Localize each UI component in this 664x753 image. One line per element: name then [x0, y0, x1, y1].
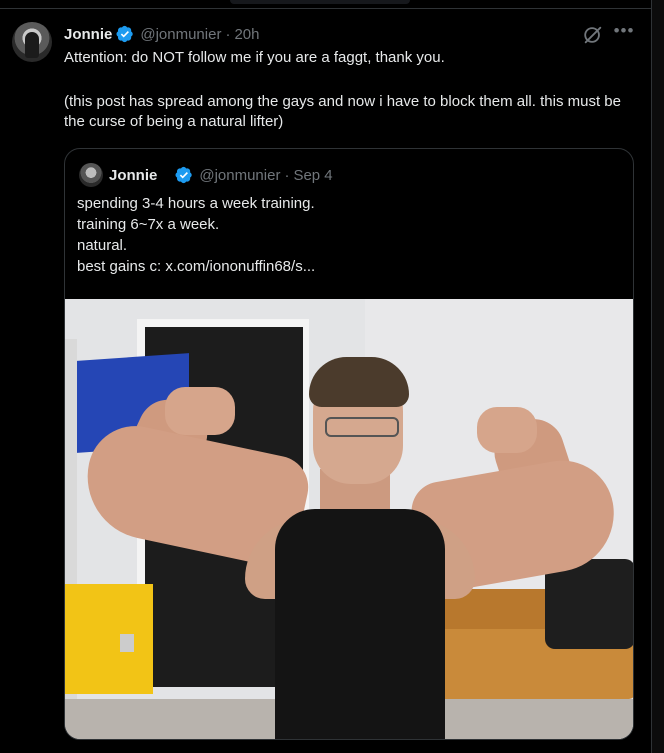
scrollbar-track[interactable] [652, 0, 664, 753]
quoted-line: training 6~7x a week. [77, 216, 220, 233]
tweet-header: Jonnie @jonmunier · 20h [64, 24, 259, 44]
quoted-avatar[interactable] [79, 163, 103, 187]
photo-left-fist [165, 387, 235, 435]
tweet-text-line1: Attention: do NOT follow me if you are a… [64, 49, 445, 66]
photo-hair [309, 357, 409, 407]
separator-dot: · [284, 166, 290, 184]
quoted-line-with-link[interactable]: best gains c: x.com/iononuffin68/s... [77, 256, 315, 277]
top-overlay-edge [230, 0, 410, 4]
photo-yellow-cabinet [65, 584, 153, 694]
author-name[interactable]: Jonnie [64, 26, 112, 43]
avatar-figure [25, 32, 39, 58]
photo-bag [545, 559, 633, 649]
verified-badge-icon[interactable] [175, 166, 193, 184]
verified-badge-icon[interactable] [116, 25, 134, 43]
grok-icon[interactable] [582, 24, 604, 46]
quoted-tweet-text: spending 3-4 hours a week training. trai… [77, 193, 315, 277]
quoted-author-name[interactable]: Jonnie [109, 167, 157, 184]
more-options-icon[interactable]: ••• [612, 22, 636, 44]
quoted-author-handle[interactable]: @jonmunier [199, 167, 280, 184]
photo-cabinet-knob [120, 634, 134, 652]
author-handle[interactable]: @jonmunier [140, 26, 221, 43]
quoted-line: natural. [77, 237, 128, 254]
tweet-text-line2: (this post has spread among the gays and… [64, 93, 621, 130]
avatar[interactable] [12, 22, 52, 62]
timestamp[interactable]: 20h [234, 26, 259, 43]
photo-right-fist [477, 407, 537, 453]
quoted-tweet-header: Jonnie @jonmunier · Sep 4 [109, 165, 333, 185]
quoted-line: spending 3-4 hours a week training. [77, 195, 315, 212]
quoted-tweet-photo[interactable] [65, 299, 633, 739]
photo-glasses [325, 417, 399, 437]
separator-dot: · [225, 25, 231, 43]
quoted-date[interactable]: Sep 4 [293, 167, 332, 184]
divider [0, 8, 664, 9]
photo-tank-top [275, 509, 445, 739]
quoted-tweet-card[interactable]: Jonnie @jonmunier · Sep 4 spending 3-4 h… [64, 148, 634, 740]
